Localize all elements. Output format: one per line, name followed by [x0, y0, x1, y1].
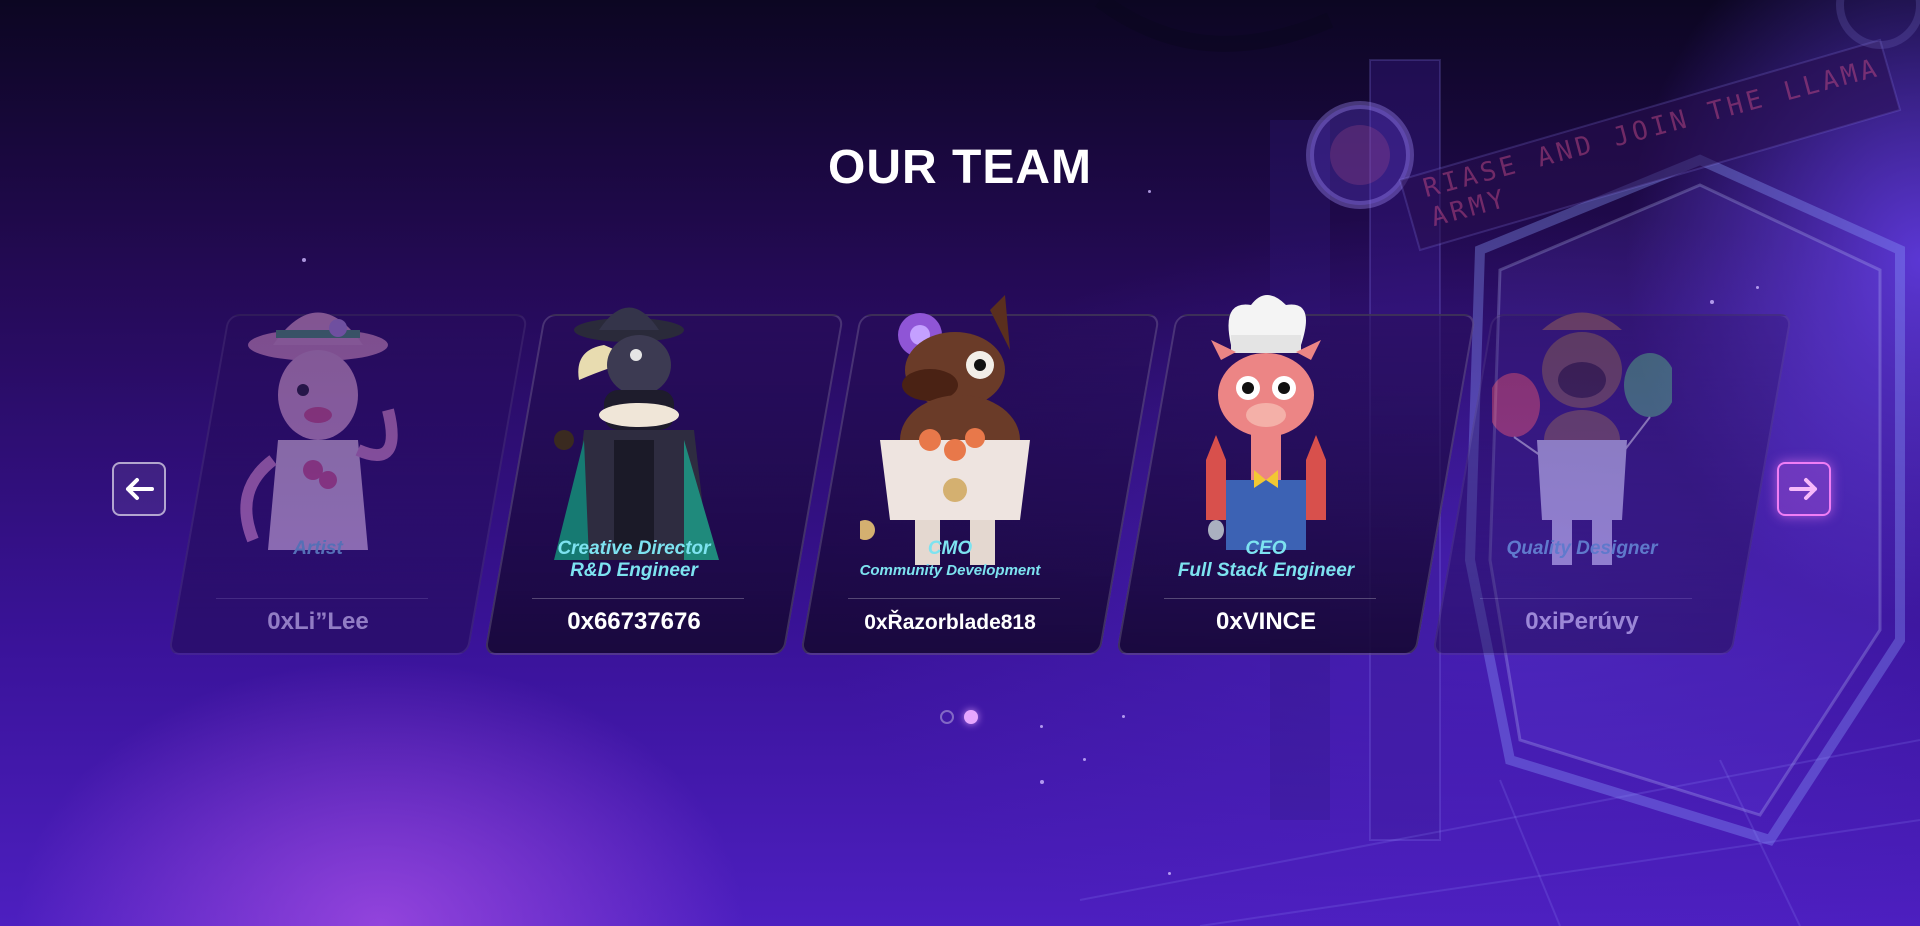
- arrow-right-icon: [1789, 478, 1817, 500]
- member-role: CEO Full Stack Engineer: [1116, 538, 1416, 582]
- horse-avatar-icon: [860, 295, 1030, 565]
- card-divider: [216, 598, 428, 599]
- team-card[interactable]: CEO Full Stack Engineer 0xVINCE: [1116, 280, 1477, 655]
- team-card[interactable]: Artist 0xLi”Lee: [168, 280, 529, 655]
- carousel-prev-button[interactable]: [112, 462, 166, 516]
- role-line2: Community Development: [859, 562, 1041, 579]
- member-handle: 0xVINCE: [1215, 608, 1317, 635]
- role-line2: Full Stack Engineer: [1177, 560, 1355, 581]
- member-role: Creative Director R&D Engineer: [484, 538, 784, 582]
- member-role: Quality Designer: [1432, 538, 1732, 560]
- card-divider: [1480, 598, 1692, 599]
- card-divider: [1164, 598, 1376, 599]
- member-handle: 0x66737676: [567, 608, 701, 635]
- octopus-avatar-icon: [240, 312, 398, 550]
- team-card[interactable]: CMO Community Development 0xŘazorblade81…: [800, 280, 1161, 655]
- member-handle: 0xiPerúvy: [1525, 608, 1639, 635]
- role-line1: CEO: [1245, 538, 1287, 559]
- member-handle: 0xLi”Lee: [267, 608, 369, 635]
- section-title: OUR TEAM: [828, 141, 1092, 194]
- arrow-left-icon: [126, 478, 154, 500]
- carousel-pagination: [940, 710, 978, 724]
- role-line2: R&D Engineer: [570, 560, 698, 581]
- team-carousel: Artist 0xLi”Lee Creative Director R&D En…: [0, 280, 1920, 660]
- role-line1: Artist: [293, 538, 343, 559]
- chef-llama-avatar-icon: [1206, 295, 1326, 550]
- pagination-dot-2[interactable]: [964, 710, 978, 724]
- card-divider: [848, 598, 1060, 599]
- role-line1: Creative Director: [557, 538, 711, 559]
- pagination-dot-1[interactable]: [940, 710, 954, 724]
- card-divider: [532, 598, 744, 599]
- team-card[interactable]: Creative Director R&D Engineer 0x6673767…: [484, 280, 845, 655]
- member-handle: 0xŘazorblade818: [864, 611, 1036, 634]
- balloon-llama-avatar-icon: [1492, 312, 1672, 565]
- member-role: Artist: [168, 538, 468, 560]
- member-role: CMO Community Development: [800, 538, 1100, 582]
- plague-doctor-avatar-icon: [554, 307, 719, 560]
- role-line1: CMO: [927, 538, 973, 559]
- team-card[interactable]: Quality Designer 0xiPerúvy: [1432, 280, 1793, 655]
- role-line1: Quality Designer: [1506, 538, 1658, 559]
- carousel-next-button[interactable]: [1777, 462, 1831, 516]
